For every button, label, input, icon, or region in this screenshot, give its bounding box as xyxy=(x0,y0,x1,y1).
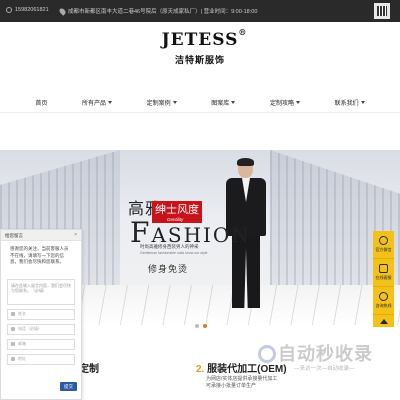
arrow-up-icon xyxy=(379,318,388,324)
nav-item-guide[interactable]: 定制攻略 xyxy=(270,98,300,107)
submit-button[interactable]: 提交 xyxy=(60,382,77,391)
floating-sidebar: 官方微信 在线客服 咨询热线 xyxy=(373,231,394,327)
main-nav: 首页 所有产品 定制案例 图案库 定制攻略 联系我们 xyxy=(0,93,400,113)
service-1-title: 定制 xyxy=(79,364,99,375)
nav-item-home[interactable]: 首页 xyxy=(35,98,47,107)
email-field[interactable]: 邮箱 xyxy=(7,338,75,350)
chevron-down-icon xyxy=(172,101,177,104)
name-field[interactable]: 姓名 xyxy=(7,308,75,320)
hotline-button[interactable]: 咨询热线 xyxy=(373,287,394,315)
chevron-down-icon xyxy=(360,101,365,104)
nav-item-cases[interactable]: 定制案例 xyxy=(147,98,177,107)
nav-item-contact[interactable]: 联系我们 xyxy=(335,98,365,107)
top-address: 成都市新都区南丰大道二巷46号院后（原天成家私厂）| 营业时间：9:00-18:… xyxy=(58,6,258,16)
top-bar: 15982061821 成都市新都区南丰大道二巷46号院后（原天成家私厂）| 营… xyxy=(0,0,400,22)
watermark: 自动秒收录 xyxy=(258,340,373,366)
location-pin-icon xyxy=(58,6,67,16)
close-icon[interactable]: × xyxy=(74,232,77,238)
phone-field[interactable]: 电话（必填） xyxy=(7,323,75,335)
top-phone: 15982061821 xyxy=(6,7,49,13)
chevron-down-icon xyxy=(107,101,112,104)
address-text: 成都市新都区南丰大道二巷46号院后（原天成家私厂）| 营业时间：9:00-18:… xyxy=(68,9,258,15)
wechat-button[interactable]: 官方微信 xyxy=(373,231,394,259)
brand-name-en: JETESS ® xyxy=(161,27,248,50)
watermark-logo-icon xyxy=(258,345,276,363)
carousel-dot[interactable] xyxy=(195,324,199,328)
user-icon xyxy=(11,312,15,316)
message-textarea[interactable]: 请在此输入留言内容，我们会尽快与您联系。（必填） xyxy=(7,278,75,305)
carousel-dots xyxy=(195,324,207,328)
panel-message: 感谢您的关注，当前客服人员不在线，请填写一下您的信息，我们会尽快和您联系。 xyxy=(10,246,69,264)
wechat-icon xyxy=(379,236,388,245)
back-to-top-button[interactable] xyxy=(373,315,394,327)
banner-heading-gentleman: 绅士风度 xyxy=(155,204,199,216)
banner-subtitle-en: Gentleman fashionable suits show our sty… xyxy=(140,251,208,255)
registered-mark: ® xyxy=(238,27,248,37)
panel-title: 给您留言 xyxy=(5,233,23,238)
leave-message-panel: 给您留言 × 感谢您的关注，当前客服人员不在线，请填写一下您的信息，我们会尽快和… xyxy=(0,229,82,400)
nav-item-products[interactable]: 所有产品 xyxy=(82,98,112,107)
watermark-subtitle: —来访一次—自动收录— xyxy=(294,366,355,372)
phone-number: 15982061821 xyxy=(15,7,49,13)
mail-icon xyxy=(11,342,15,346)
phone-icon xyxy=(379,292,388,301)
service-2-description: 为网店/实体店提供承接量代加工 可承接小批量订单生产 xyxy=(206,376,278,389)
chat-icon xyxy=(379,264,388,273)
carousel-dot-active[interactable] xyxy=(203,324,207,328)
online-service-button[interactable]: 在线客服 xyxy=(373,259,394,287)
chevron-down-icon xyxy=(295,101,300,104)
phone-icon xyxy=(6,7,12,13)
brand-logo[interactable]: JETESS ® 洁特斯服饰 xyxy=(0,27,400,66)
qr-code-icon[interactable] xyxy=(374,3,390,19)
banner-slogan: 修身免烫 xyxy=(148,264,189,274)
brand-name-cn: 洁特斯服饰 xyxy=(174,55,225,65)
panel-header[interactable]: 给您留言 × xyxy=(1,230,81,241)
location-icon xyxy=(11,357,15,361)
banner-subtitle: 时尚高雅修身西装男人的神采 xyxy=(140,244,199,249)
chevron-down-icon xyxy=(231,101,236,104)
phone-icon xyxy=(11,327,15,331)
nav-item-patterns[interactable]: 图案库 xyxy=(211,98,236,107)
address-field[interactable]: 地址 xyxy=(7,353,75,365)
